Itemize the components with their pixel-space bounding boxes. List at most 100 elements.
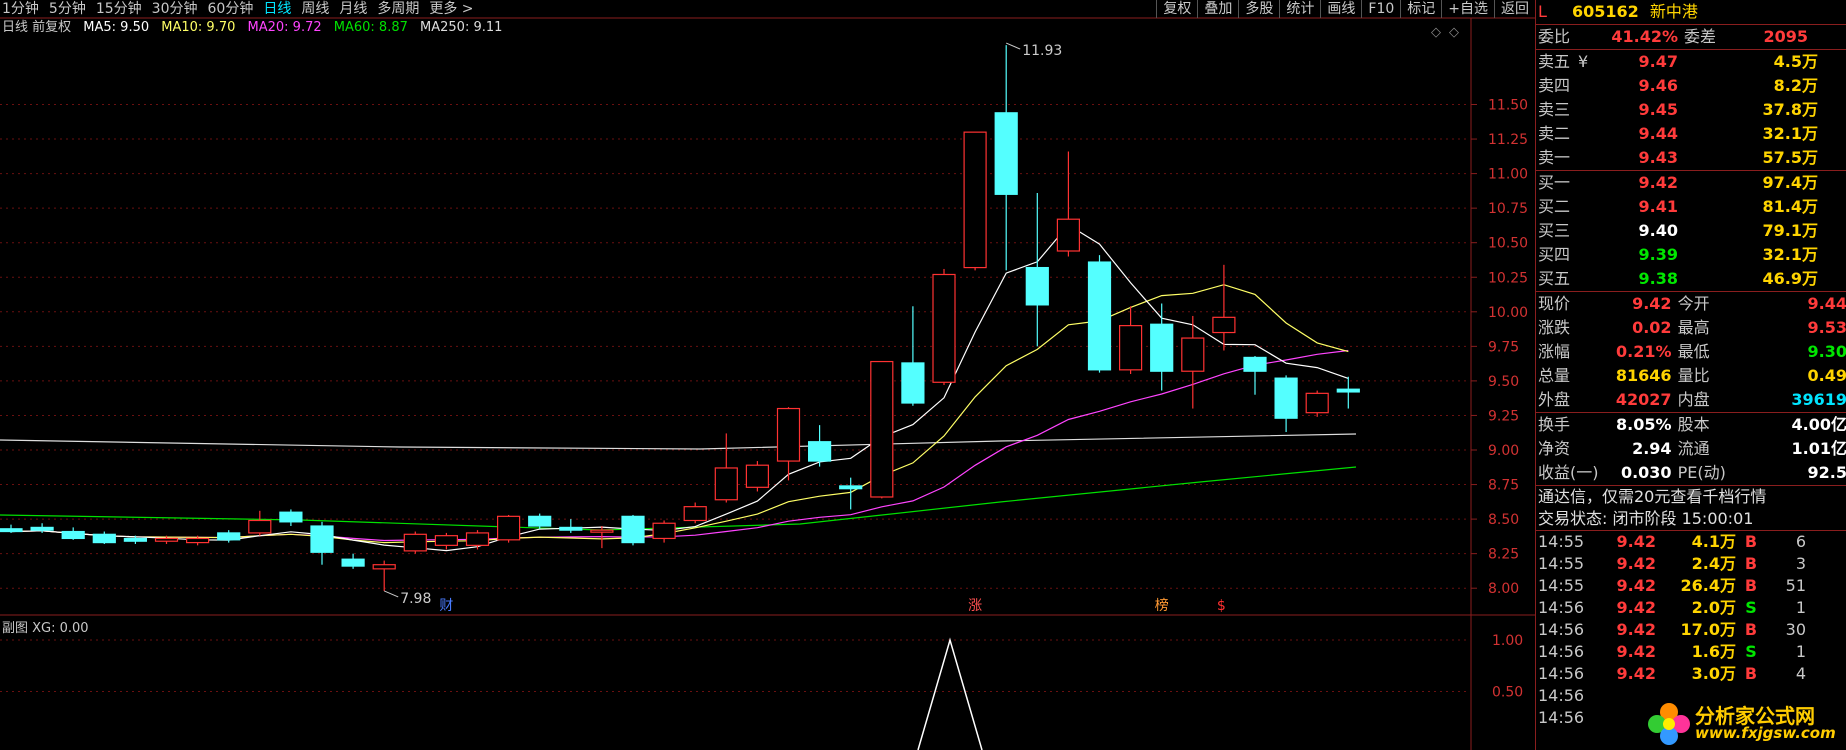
candle-body [61, 530, 85, 540]
toolbar-button[interactable]: 多股 [1238, 0, 1279, 18]
candle-body [1336, 388, 1360, 393]
watermark-url: www.fxjgsw.com [1695, 724, 1836, 742]
bid-volume: 32.1万 [1762, 245, 1818, 264]
bid-label: 买五 [1538, 269, 1571, 288]
toolbar-button[interactable]: 统计 [1279, 0, 1320, 18]
tab-period[interactable]: 周线 [301, 0, 329, 18]
tick-count: 3 [1795, 554, 1806, 573]
bid-row: 买五 9.38 46.9万 [1536, 267, 1846, 291]
tick-volume: 17.0万 [1680, 620, 1736, 639]
stat-label: 股本 [1677, 415, 1710, 434]
ask-symbol [1578, 74, 1596, 98]
ask-label: 卖四 [1538, 76, 1571, 95]
bid-label: 买二 [1538, 197, 1571, 216]
tab-period[interactable]: 日线 [263, 0, 291, 18]
tab-period[interactable]: 更多 > [429, 0, 473, 18]
diamond-icon: ◇ [1449, 25, 1459, 40]
candle-body [1305, 392, 1329, 414]
ask-row: 卖一 9.43 57.5万 [1536, 146, 1846, 170]
ma20-line [10, 349, 1349, 542]
candle-body [776, 407, 801, 462]
ma-legend: 日线 前复权 MA5: 9.50 MA10: 9.70 MA20: 9.72 M… [2, 20, 510, 36]
tick-volume: 4.1万 [1691, 532, 1736, 551]
ask-label: 卖五 [1538, 52, 1571, 71]
tab-period[interactable]: 60分钟 [208, 0, 254, 18]
stat-label: 总量 [1538, 366, 1571, 385]
stat-value: 9.44 [1807, 294, 1846, 313]
ask-volume: 32.1万 [1762, 124, 1818, 143]
price-axis-label: 10.75 [1488, 201, 1528, 217]
stat-row: 外盘 42027 内盘 39619 [1536, 388, 1846, 412]
toolbar-button[interactable]: 叠加 [1197, 0, 1238, 18]
price-axis-label: 10.00 [1488, 305, 1528, 321]
tick-side: B [1744, 664, 1758, 683]
order-ratio-row: 委比 41.42% 委差 2095 [1536, 25, 1846, 49]
stat-label: PE(动) [1677, 463, 1726, 482]
toolbar-button[interactable]: 复权 [1156, 0, 1197, 18]
stat-label: 现价 [1538, 294, 1571, 313]
stat-value: 81646 [1615, 366, 1672, 385]
price-axis-label: 11.50 [1488, 98, 1528, 114]
tab-period[interactable]: 15分钟 [96, 0, 142, 18]
ask-label: 卖三 [1538, 100, 1571, 119]
ask-price: 9.45 [1638, 100, 1678, 119]
bid-price: 9.41 [1638, 197, 1678, 216]
price-axis-label: 8.25 [1488, 547, 1519, 563]
toolbar-button[interactable]: 标记 [1400, 0, 1441, 18]
bid-volume: 81.4万 [1762, 197, 1818, 216]
tick-price: 9.42 [1616, 554, 1656, 573]
low-price-label: 7.98 [400, 591, 431, 607]
ask-price: 9.43 [1638, 148, 1678, 167]
candle-body [1087, 261, 1112, 371]
tab-period[interactable]: 30分钟 [152, 0, 198, 18]
candle-body [590, 529, 614, 533]
stat-value: 0.030 [1620, 463, 1672, 482]
tick-side: B [1744, 554, 1758, 573]
tab-period[interactable]: 月线 [339, 0, 367, 18]
stat-value: 9.30 [1807, 342, 1846, 361]
ask-price: 9.47 [1638, 52, 1678, 71]
stat-value: 0.49 [1807, 366, 1846, 385]
candle-body [1181, 337, 1205, 372]
kline-chart[interactable]: 11.50 11.25 11.00 10.75 10.50 10.25 10.00 9.75 9… [0, 0, 1535, 750]
candle-body [652, 522, 676, 540]
stat-label: 收益(一) [1538, 463, 1599, 482]
candle-body [154, 537, 179, 542]
bid-volume: 46.9万 [1762, 269, 1818, 288]
stock-header[interactable]: L 605162 新中港 [1536, 0, 1846, 25]
tick-time: 14:55 [1538, 532, 1585, 551]
tick-volume: 1.6万 [1691, 642, 1736, 661]
tick-row: 14:56 9.42 2.0万 S 1 [1536, 597, 1846, 619]
tab-period[interactable]: 多周期 [377, 0, 419, 18]
stat-label: 换手 [1538, 415, 1571, 434]
stat-row: 涨跌 0.02 最高 9.53 [1536, 316, 1846, 340]
chart-mode-label: 日线 前复权 [2, 20, 72, 35]
tick-count: 4 [1795, 664, 1806, 683]
candle-body [932, 273, 956, 383]
candle-body [621, 515, 645, 544]
function-toolbar: 复权 叠加 多股 统计 画线 F10 标记 +自选 返回 [1156, 0, 1535, 18]
bid-volume: 79.1万 [1762, 221, 1818, 240]
ad-banner[interactable]: 通达信，仅需20元查看千档行情 [1536, 485, 1846, 508]
bid-label: 买一 [1538, 173, 1571, 192]
stat-value: 1.01亿 [1791, 439, 1846, 458]
price-axis-label: 10.25 [1488, 270, 1528, 286]
tick-side: B [1744, 532, 1758, 551]
bid-price: 9.40 [1638, 221, 1678, 240]
watermark-logo: 分析家公式网 www.fxjgsw.com [1645, 700, 1845, 748]
indicator-title: 副图 XG: 0.00 [2, 621, 89, 636]
tab-period[interactable]: 1分钟 [2, 0, 39, 18]
stat-label: 量比 [1677, 366, 1710, 385]
tick-time: 14:56 [1538, 598, 1585, 617]
price-axis-label: 11.25 [1488, 132, 1528, 148]
toolbar-button[interactable]: 返回 [1494, 0, 1535, 18]
ma10-value: MA10: 9.70 [161, 20, 236, 35]
ask-row: 卖四 9.46 8.2万 [1536, 74, 1846, 98]
tick-side: S [1745, 598, 1757, 617]
toolbar-button[interactable]: F10 [1361, 0, 1400, 18]
toolbar-button[interactable]: 画线 [1320, 0, 1361, 18]
toolbar-button[interactable]: +自选 [1441, 0, 1494, 18]
tick-price: 9.42 [1616, 620, 1656, 639]
candle-body [683, 506, 707, 522]
tab-period[interactable]: 5分钟 [49, 0, 86, 18]
